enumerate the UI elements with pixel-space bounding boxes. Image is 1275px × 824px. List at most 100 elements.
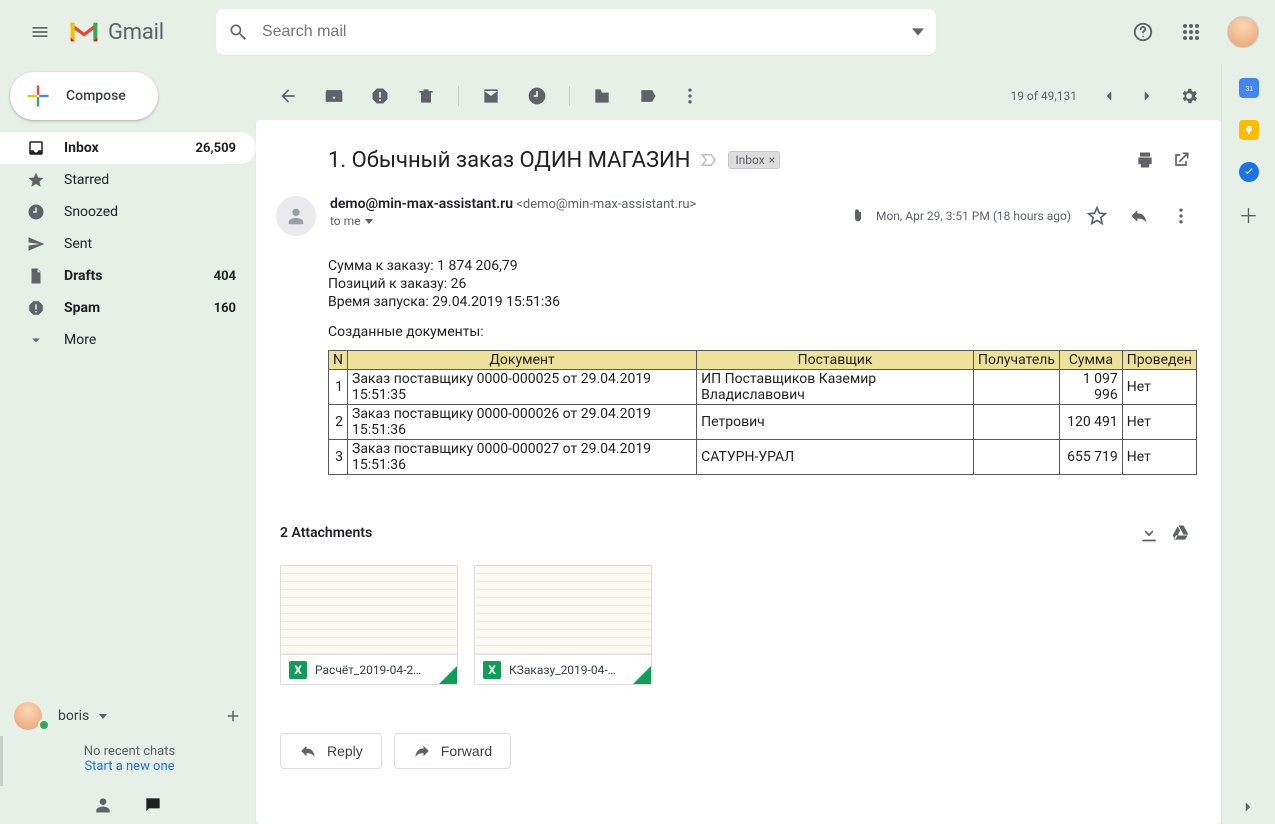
nav-label: More (64, 332, 96, 348)
delete-button[interactable] (406, 76, 446, 116)
mark-unread-button[interactable] (471, 76, 511, 116)
summary-line: Позиций к заказу: 26 (328, 276, 1197, 292)
older-button[interactable] (1131, 76, 1163, 116)
search-icon (228, 22, 248, 42)
nav-label: Starred (64, 172, 109, 188)
content-column: 19 of 49,131 1. Обычный заказ ОДИН МАГАЗ… (256, 64, 1275, 824)
apps-grid-icon (1182, 23, 1200, 41)
newer-button[interactable] (1093, 76, 1125, 116)
nav-spam[interactable]: Spam 160 (0, 292, 256, 324)
attachment-filename: Расчёт_2019-04-2… (315, 663, 421, 677)
print-button[interactable] (1129, 140, 1161, 180)
download-all-button[interactable] (1133, 513, 1165, 553)
attachments-header: 2 Attachments (256, 485, 1221, 565)
search-input[interactable] (262, 23, 924, 41)
to-details-button[interactable]: to me (330, 214, 696, 228)
drafts-icon (26, 266, 46, 286)
message-more-button[interactable] (1165, 196, 1197, 236)
subject-row: 1. Обычный заказ ОДИН МАГАЗИН Inbox× (256, 120, 1221, 188)
importance-icon (700, 151, 718, 169)
content: 19 of 49,131 1. Обычный заказ ОДИН МАГАЗ… (256, 64, 1221, 824)
table-caption: Созданные документы: (328, 324, 1197, 340)
hide-side-panel-button[interactable] (1239, 798, 1257, 816)
reply-button[interactable]: Reply (280, 733, 382, 769)
sent-icon (26, 234, 46, 254)
sender-line: demo@min-max-assistant.ru <demo@min-max-… (330, 196, 696, 212)
report-spam-button[interactable] (360, 76, 400, 116)
subject-text: 1. Обычный заказ ОДИН МАГАЗИН (328, 148, 690, 173)
google-apps-button[interactable] (1171, 12, 1211, 52)
more-vert-icon (1171, 206, 1191, 226)
tasks-addon[interactable] (1239, 162, 1259, 182)
reply-icon-button[interactable] (1123, 196, 1155, 236)
nav-count: 26,509 (196, 141, 237, 156)
compose-button[interactable]: Compose (10, 72, 158, 120)
account-avatar[interactable] (1227, 16, 1259, 48)
attachments: X Расчёт_2019-04-2… X КЗаказу_2019-04-… (256, 565, 1221, 709)
get-addons-button[interactable]: ＋ (1239, 204, 1259, 224)
nav-more[interactable]: More (0, 324, 256, 356)
app-bar-right (1123, 12, 1259, 52)
open-new-window-button[interactable] (1165, 140, 1197, 180)
drive-icon (1171, 523, 1191, 543)
label-chip[interactable]: Inbox× (728, 151, 780, 169)
th: N (329, 351, 348, 370)
back-button[interactable] (268, 76, 308, 116)
sender-avatar (276, 196, 316, 236)
attachment-card[interactable]: X КЗаказу_2019-04-… (474, 565, 652, 685)
hangouts-name: boris (58, 708, 89, 724)
help-icon (1132, 21, 1154, 43)
no-chats-text: No recent chats (3, 744, 256, 759)
presence-dot (40, 721, 48, 729)
more-button[interactable] (674, 76, 706, 116)
attachment-card[interactable]: X Расчёт_2019-04-2… (280, 565, 458, 685)
nav-drafts[interactable]: Drafts 404 (0, 260, 256, 292)
main-layout: Compose Inbox 26,509 Starred Snoozed Sen… (0, 64, 1275, 824)
nav-sent[interactable]: Sent (0, 228, 256, 260)
inbox-icon (26, 138, 46, 158)
attachment-corner (633, 666, 651, 684)
labels-button[interactable] (628, 76, 668, 116)
message-body: Сумма к заказу: 1 874 206,79 Позиций к з… (256, 258, 1221, 485)
main-menu-button[interactable] (16, 8, 64, 56)
snooze-button[interactable] (517, 76, 557, 116)
calendar-icon: 31 (1243, 82, 1255, 94)
excel-file-icon: X (483, 661, 501, 679)
gmail-logo[interactable]: Gmail (68, 20, 164, 45)
chat-bubble-icon (143, 795, 163, 815)
plus-icon (224, 707, 242, 725)
move-to-button[interactable] (582, 76, 622, 116)
search-options-button[interactable] (912, 26, 924, 38)
new-chat-button[interactable] (224, 707, 242, 725)
nav-label: Spam (64, 300, 100, 316)
start-chat-link[interactable]: Start a new one (3, 759, 256, 774)
settings-button[interactable] (1169, 76, 1209, 116)
search-box[interactable] (216, 9, 936, 55)
nav-starred[interactable]: Starred (0, 164, 256, 196)
gear-icon (1179, 86, 1199, 106)
compose-plus-icon (24, 82, 52, 110)
save-to-drive-button[interactable] (1165, 513, 1197, 553)
chevron-right-icon (1138, 87, 1156, 105)
report-icon (370, 86, 390, 106)
important-marker[interactable] (700, 151, 718, 169)
summary-line: Время запуска: 29.04.2019 15:51:36 (328, 294, 1197, 310)
toolbar-divider (569, 86, 570, 106)
hangouts-tab-contacts[interactable] (93, 795, 113, 815)
hangouts-tab-chats[interactable] (143, 795, 163, 815)
archive-button[interactable] (314, 76, 354, 116)
calendar-addon[interactable]: 31 (1239, 78, 1259, 98)
tasks-icon (1243, 166, 1255, 178)
nav-count: 160 (214, 301, 236, 316)
clock-icon (527, 86, 547, 106)
keep-icon (1243, 124, 1255, 136)
attachment-corner (439, 666, 457, 684)
forward-button[interactable]: Forward (394, 733, 511, 769)
star-message-button[interactable] (1081, 196, 1113, 236)
remove-label-button[interactable]: × (769, 153, 775, 167)
keep-addon[interactable] (1239, 120, 1259, 140)
nav-inbox[interactable]: Inbox 26,509 (0, 132, 256, 164)
hangouts-header[interactable]: boris (0, 696, 256, 736)
support-button[interactable] (1123, 12, 1163, 52)
nav-snoozed[interactable]: Snoozed (0, 196, 256, 228)
